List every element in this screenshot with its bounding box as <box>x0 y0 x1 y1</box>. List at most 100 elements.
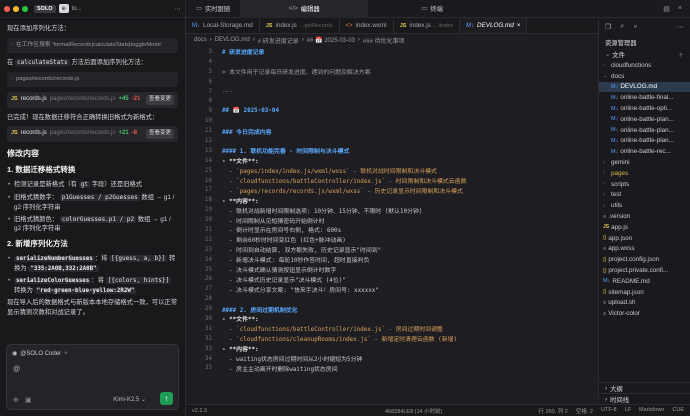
code-line[interactable]: 15 - `pages/index/index.js/wxml/wxss` - … <box>186 166 598 176</box>
editor-tab[interactable]: JS index.js ...\index <box>394 18 461 33</box>
timeline-section[interactable]: › 时间线 <box>599 393 690 404</box>
file-item[interactable]: M↓ online-battle-final... <box>599 92 690 103</box>
file-item[interactable]: ≡ Victor-color <box>599 308 690 319</box>
code-line[interactable]: 33 - **内容**: <box>186 344 598 354</box>
code-line[interactable]: 30 - **文件**: <box>186 314 598 324</box>
minimize-window-button[interactable] <box>13 5 19 12</box>
code-line[interactable]: 16 - `cloudfunctions/battleController/in… <box>186 176 598 186</box>
file-reference[interactable]: › pages/records/records.js <box>7 72 178 87</box>
edit-summary-2[interactable]: JS records.js pages/records/records.js +… <box>7 125 178 142</box>
code-line[interactable]: 22 - 剩余60秒时时间变红色 (红色+脉冲动画) <box>186 235 598 245</box>
folder-item[interactable]: › gemini <box>599 157 690 168</box>
more-icon[interactable]: ⋯ <box>174 5 181 13</box>
code-line[interactable]: 28 <box>186 294 598 304</box>
breadcrumb-item[interactable]: ### 待优化事项 <box>363 36 405 45</box>
code-view[interactable]: 3 # 研发进度记录 4 5 > 本文件用于记录每日研发进度、遇到的问题及解决方案 6 7 -… <box>186 47 598 404</box>
explorer-root[interactable]: ⌄ 文件 ＋ <box>599 48 690 60</box>
chat-input[interactable]: @ <box>13 366 20 373</box>
code-line[interactable]: 4 <box>186 57 598 67</box>
editor-tab[interactable]: M↓ Local-Storage.md <box>186 18 260 33</box>
code-line[interactable]: 35 - 房主主动离开时删除waiting状态房间 <box>186 364 598 374</box>
folder-item[interactable]: › pages <box>599 168 690 179</box>
search-icon[interactable]: ⌕ <box>620 23 624 31</box>
breadcrumb-item[interactable]: # 研发进度记录 <box>258 36 299 45</box>
close-window-button[interactable] <box>4 5 10 12</box>
outline-section[interactable]: › 大纲 <box>599 382 690 393</box>
line-ending[interactable]: LF <box>625 407 631 415</box>
code-line[interactable]: 11 ### 今日完成内容 <box>186 126 598 136</box>
editor-tab[interactable]: JS index.js ...ge\Records <box>260 18 340 33</box>
agent-tag[interactable]: ◉ @SOLO Coder × <box>12 350 68 358</box>
edit-summary-1[interactable]: JS records.js pages/records/records.js +… <box>7 91 178 108</box>
cursor-position[interactable]: 行 260, 列 2 <box>539 407 568 415</box>
view-changes-button[interactable]: 查看变更 <box>145 128 174 139</box>
editor-tab[interactable]: <> index.wxml <box>340 18 394 33</box>
code-line[interactable]: 20 - 时间限制从见短猜密码开始倒计时 <box>186 215 598 225</box>
code-line[interactable]: 25 - 决斗模式确认猜测按钮显示倒计时数字 <box>186 265 598 275</box>
folder-item[interactable]: › scripts <box>599 179 690 190</box>
code-line[interactable]: 3 # 研发进度记录 <box>186 47 598 57</box>
encoding[interactable]: UTF-8 <box>601 407 617 415</box>
view-changes-button[interactable]: 查看变更 <box>145 94 174 105</box>
code-line[interactable]: 24 - 新增决斗模式: 每轮10秒作答时间, 超时直接判负 <box>186 255 598 265</box>
file-item[interactable]: ≡ upload.sh <box>599 298 690 309</box>
editor-tab[interactable]: M↓ DEVLOG.md × <box>460 18 528 33</box>
image-icon[interactable]: ▣ <box>25 396 32 404</box>
file-item[interactable]: M↓ online-battle-plan... <box>599 125 690 136</box>
code-line[interactable]: 6 <box>186 77 598 87</box>
new-file-icon[interactable]: ＋ <box>678 50 684 59</box>
folder-item[interactable]: ⌄ docs <box>599 71 690 82</box>
breadcrumb-item[interactable]: docs <box>194 37 207 43</box>
files-icon[interactable]: ❐ <box>605 23 611 31</box>
code-line[interactable]: 14 - **文件**: <box>186 156 598 166</box>
close-icon[interactable]: × <box>517 22 521 29</box>
language-mode[interactable]: Markdown <box>639 407 664 415</box>
layout-icon[interactable]: ▤ <box>663 5 670 13</box>
file-item[interactable]: {} app.json <box>599 233 690 244</box>
tab-realtime[interactable]: ▭ 实时跟随 <box>186 0 240 18</box>
tab-editor[interactable]: </> 编辑器 <box>240 0 369 18</box>
code-line[interactable]: 29 #### 2. 房间过期机制优化 <box>186 304 598 314</box>
file-item[interactable]: M↓ online-battle-rec... <box>599 146 690 157</box>
version-label[interactable]: v2.2.3 <box>192 408 207 414</box>
code-line[interactable]: 17 - `pages/records/records.js/wxml/wxss… <box>186 185 598 195</box>
code-line[interactable]: 31 - `cloudfunctions/battleController/in… <box>186 324 598 334</box>
code-line[interactable]: 23 - 时间到自动结算, 双方都失败, 历史记录显示"时间到" <box>186 245 598 255</box>
file-item[interactable]: ≡ .version <box>599 211 690 222</box>
maximize-window-button[interactable] <box>22 5 28 12</box>
attach-icon[interactable]: ⊕ <box>13 396 19 404</box>
branch-icon[interactable]: ⑂ <box>633 24 637 31</box>
git-blame[interactable]: 468284LE8 (14 小时前) <box>385 407 442 415</box>
code-line[interactable]: 9 ## 📅 2025-03-04 <box>186 106 598 116</box>
file-item[interactable]: M↓ online-battle-plan... <box>599 136 690 147</box>
code-line[interactable]: 21 - 倒计时显示在房间号右侧, 格式: 600s <box>186 225 598 235</box>
cue-indicator[interactable]: CUE <box>672 407 684 415</box>
code-line[interactable]: 32 - `cloudfunctions/cleanupRooms/index.… <box>186 334 598 344</box>
send-button[interactable]: ↑ <box>160 392 173 405</box>
close-icon[interactable]: × <box>64 351 68 357</box>
code-line[interactable]: 34 - waiting状态房间过期时间从2小时缩短为5分钟 <box>186 354 598 364</box>
code-line[interactable]: 12 <box>186 136 598 146</box>
file-item[interactable]: {} sitemap.json <box>599 287 690 298</box>
code-line[interactable]: 8 <box>186 96 598 106</box>
code-line[interactable]: 26 - 决斗模式历史记录显示"决斗模式 (4位)" <box>186 274 598 284</box>
breadcrumb-item[interactable]: DEVLOG.md <box>215 37 250 43</box>
code-line[interactable]: 5 > 本文件用于记录每日研发进度、遇到的问题及解决方案 <box>186 67 598 77</box>
file-item[interactable]: ≡ app.wxss <box>599 244 690 255</box>
search-step[interactable]: › 在工作区搜索 'formatRecords|calculateStats|t… <box>7 38 178 53</box>
code-line[interactable]: 10 <box>186 116 598 126</box>
close-panel-icon[interactable]: × <box>678 5 682 13</box>
file-item[interactable]: M↓ DEVLOG.md <box>599 81 690 93</box>
more-icon[interactable]: ⋯ <box>677 23 684 31</box>
file-item[interactable]: M↓ online-battle-opti... <box>599 103 690 114</box>
breadcrumb-item[interactable]: ## 📅 2025-03-03 <box>307 37 355 44</box>
chat-composer[interactable]: ◉ @SOLO Coder × @ ⊕ ▣ Kimi-K2.5 ⌄ ↑ <box>6 344 179 410</box>
file-item[interactable]: M↓ online-battle-plan... <box>599 114 690 125</box>
folder-item[interactable]: › test <box>599 190 690 201</box>
code-line[interactable]: 13 #### 1. 联机功能完善 - 时间限制与决斗模式 <box>186 146 598 156</box>
solo-badge[interactable]: SOLO <box>34 4 56 13</box>
model-selector[interactable]: Kimi-K2.5 ⌄ <box>113 396 146 403</box>
folder-item[interactable]: › utils <box>599 200 690 211</box>
code-line[interactable]: 7 --- <box>186 87 598 97</box>
file-item[interactable]: M↓ README.md <box>599 276 690 287</box>
